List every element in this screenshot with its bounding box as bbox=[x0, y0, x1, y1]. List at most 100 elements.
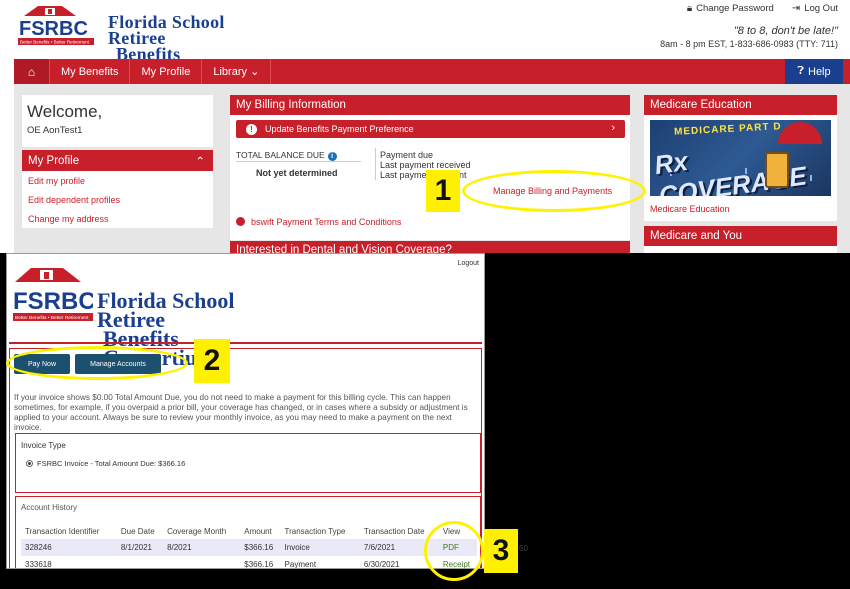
question-icon: ❓︎ bbox=[797, 65, 804, 77]
medicare-you-title: Medicare and You bbox=[644, 226, 837, 246]
alert-icon: ! bbox=[246, 123, 257, 135]
nav-library[interactable]: Library ⌄ bbox=[202, 59, 272, 84]
edit-dependents-link[interactable]: Edit dependent profiles bbox=[22, 190, 213, 209]
table-cell: $366.16 bbox=[240, 539, 281, 556]
help-button[interactable]: ❓︎ Help bbox=[785, 59, 843, 84]
bell-logo-icon: FSRBC Better Benefits • Better Retiremen… bbox=[13, 268, 96, 321]
column-header: Coverage Month bbox=[167, 527, 227, 536]
table-cell bbox=[117, 556, 163, 568]
info-icon[interactable]: i bbox=[327, 152, 337, 161]
table-cell: Invoice bbox=[280, 539, 360, 556]
payment-preference-button[interactable]: ! Update Benefits Payment Preference › bbox=[236, 120, 625, 138]
nav-label: My Benefits bbox=[61, 65, 119, 78]
header-divider bbox=[9, 342, 482, 344]
billing-site-screenshot: Logout FSRBC Better Benefits • Better Re… bbox=[6, 253, 485, 569]
help-label: Help bbox=[808, 65, 831, 78]
svg-text:FSRBC: FSRBC bbox=[13, 288, 93, 315]
bullet-icon bbox=[236, 217, 245, 226]
main-nav: ⌂ My Benefits My Profile Library ⌄ ❓︎ Hel… bbox=[14, 59, 850, 84]
divider bbox=[236, 161, 361, 162]
chevron-up-icon: ⌃ bbox=[195, 155, 205, 168]
lock-icon: 🔒︎ bbox=[686, 3, 693, 14]
account-history-box: Account History Transaction Identifier D… bbox=[15, 496, 481, 569]
step-3-badge: 3 bbox=[484, 529, 518, 573]
radio-selected-icon[interactable] bbox=[26, 460, 33, 467]
change-password-link[interactable]: 🔒︎ Change Password bbox=[687, 3, 774, 14]
profile-header[interactable]: My Profile ⌃ bbox=[22, 150, 213, 171]
svg-text:FSRBC: FSRBC bbox=[19, 18, 88, 40]
welcome-panel: Welcome, OE AonTest1 bbox=[22, 95, 213, 147]
chevron-down-icon: ⌄ bbox=[250, 66, 260, 78]
balance-label: TOTAL BALANCE DUE i bbox=[236, 150, 337, 161]
welcome-title: Welcome, bbox=[27, 102, 103, 121]
highlight-ellipse bbox=[462, 170, 646, 212]
log-out-link[interactable]: ⇥ Log Out bbox=[792, 3, 838, 14]
nav-label: Library bbox=[213, 65, 247, 78]
table-cell: $366.16 bbox=[244, 560, 274, 569]
step-2-badge: 2 bbox=[194, 339, 230, 383]
table-row: 333618 $366.16 Payment 6/30/2021 Receipt bbox=[21, 556, 477, 569]
logout-link[interactable]: Logout bbox=[458, 260, 479, 267]
edit-profile-link[interactable]: Edit my profile bbox=[22, 171, 213, 190]
nav-label: My Profile bbox=[141, 65, 191, 78]
balance-label-text: TOTAL BALANCE DUE bbox=[236, 150, 325, 160]
medicare-coverage-image[interactable]: MEDICARE PART D Rx COVERAGE bbox=[650, 120, 831, 196]
profile-title: My Profile bbox=[28, 154, 80, 167]
pref-button-label: Update Benefits Payment Preference bbox=[265, 124, 414, 134]
bell-logo-icon: FSRBC Better Benefits • Better Retiremen… bbox=[18, 6, 94, 45]
step-1-badge: 1 bbox=[426, 170, 460, 212]
zero-balance-note: If your invoice shows $0.00 Total Amount… bbox=[14, 393, 468, 432]
medicare-education-panel: Medicare Education MEDICARE PART D Rx CO… bbox=[644, 95, 837, 221]
chevron-right-icon: › bbox=[611, 122, 615, 134]
logo-tagline: Better Benefits • Better Retirement bbox=[15, 315, 89, 321]
billing-panel: My Billing Information ! Update Benefits… bbox=[230, 95, 630, 240]
user-name: OE AonTest1 bbox=[27, 125, 83, 136]
medicare-education-title: Medicare Education bbox=[644, 95, 837, 115]
balance-value: Not yet determined bbox=[256, 168, 338, 178]
invoice-type-box: Invoice Type FSRBC Invoice - Total Amoun… bbox=[15, 433, 481, 493]
table-cell bbox=[163, 556, 240, 568]
nav-my-benefits[interactable]: My Benefits bbox=[50, 59, 131, 84]
table-cell: 8/2021 bbox=[163, 539, 241, 556]
history-table: Transaction Identifier Due Date Coverage… bbox=[21, 524, 477, 569]
table-cell: 328246 bbox=[21, 539, 117, 556]
invoice-option[interactable]: FSRBC Invoice - Total Amount Due: $366.1… bbox=[26, 459, 185, 468]
payment-due-label: Payment due bbox=[380, 150, 434, 160]
account-history-label: Account History bbox=[21, 503, 78, 512]
portal-screenshot: FSRBC Better Benefits • Better Retiremen… bbox=[0, 0, 850, 253]
table-cell: 8/1/2021 bbox=[116, 539, 164, 556]
table-cell: Payment bbox=[284, 560, 317, 569]
header-links: 🔒︎ Change Password ⇥ Log Out bbox=[687, 3, 838, 14]
table-header-row: Transaction Identifier Due Date Coverage… bbox=[21, 524, 477, 539]
slogan: "8 to 8, don't be late!" bbox=[733, 25, 838, 37]
invoice-option-label: FSRBC Invoice - Total Amount Due: $366.1… bbox=[37, 459, 186, 468]
payment-terms-link[interactable]: bswift Payment Terms and Conditions bbox=[236, 217, 401, 227]
invoice-type-label: Invoice Type bbox=[21, 441, 66, 450]
fsrbc-logo[interactable]: FSRBC Better Benefits • Better Retiremen… bbox=[18, 2, 258, 79]
medicare-education-link[interactable]: Medicare Education bbox=[650, 204, 730, 214]
last-received-label: Last payment received bbox=[380, 160, 471, 170]
logo-tagline: Better Benefits • Better Retirement bbox=[20, 40, 90, 45]
profile-panel: My Profile ⌃ Edit my profile Edit depende… bbox=[22, 150, 213, 228]
medicare-you-panel: Medicare and You bbox=[644, 226, 837, 253]
change-address-link[interactable]: Change my address bbox=[22, 209, 213, 228]
logo-line1: Florida School Retiree bbox=[108, 12, 225, 48]
change-password-label: Change Password bbox=[696, 3, 774, 14]
stray-text: 50 bbox=[519, 544, 528, 553]
highlight-ellipse bbox=[6, 346, 188, 380]
terms-label: bswift Payment Terms and Conditions bbox=[251, 217, 402, 227]
log-out-label: Log Out bbox=[804, 3, 838, 14]
table-cell: 333618 bbox=[25, 560, 52, 569]
column-header: Amount bbox=[244, 527, 272, 536]
fsrbc-logo[interactable]: FSRBC Better Benefits • Better Retiremen… bbox=[13, 262, 271, 369]
column-header: Transaction Type bbox=[284, 527, 346, 536]
table-row: 328246 8/1/2021 8/2021 $366.16 Invoice 7… bbox=[21, 539, 477, 556]
home-icon: ⌂ bbox=[27, 64, 36, 79]
sign-out-icon: ⇥ bbox=[791, 3, 801, 14]
home-button[interactable]: ⌂ bbox=[14, 59, 50, 84]
column-header: Transaction Identifier bbox=[25, 527, 100, 536]
highlight-ellipse bbox=[424, 521, 484, 581]
contact-hours: 8am - 8 pm EST, 1-833-686-0983 (TTY: 711… bbox=[660, 39, 838, 49]
billing-title: My Billing Information bbox=[230, 95, 630, 115]
nav-my-profile[interactable]: My Profile bbox=[130, 59, 203, 84]
